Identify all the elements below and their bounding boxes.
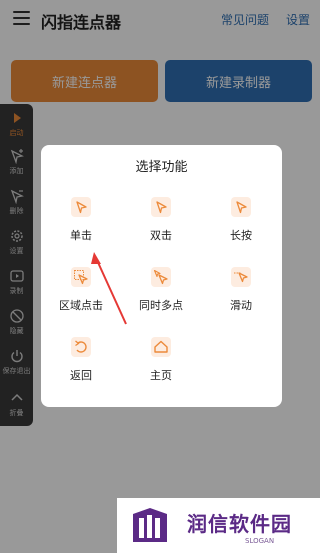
option-label: 单击 bbox=[70, 229, 92, 242]
long-press-icon bbox=[231, 197, 251, 217]
option-label: 区域点击 bbox=[59, 299, 103, 312]
watermark-banner: 润信软件园 SLOGAN bbox=[117, 498, 320, 553]
double-click-icon bbox=[151, 197, 171, 217]
option-label: 长按 bbox=[230, 229, 252, 242]
swipe-icon bbox=[231, 267, 251, 287]
brand-slogan: SLOGAN bbox=[245, 537, 275, 545]
option-swipe[interactable]: 滑动 bbox=[211, 267, 271, 313]
option-area-click[interactable]: 区域点击 bbox=[51, 267, 111, 313]
home-icon bbox=[151, 337, 171, 357]
dialog-title: 选择功能 bbox=[135, 160, 188, 175]
brand-name: 润信软件园 bbox=[187, 512, 292, 536]
back-icon bbox=[71, 337, 91, 357]
option-multi-point[interactable]: 同时多点 bbox=[131, 267, 191, 313]
brand-logo-icon bbox=[133, 508, 167, 542]
option-label: 滑动 bbox=[230, 299, 252, 312]
option-long-press[interactable]: 长按 bbox=[211, 197, 271, 243]
option-home[interactable]: 主页 bbox=[131, 337, 191, 383]
option-label: 双击 bbox=[150, 229, 172, 242]
option-label: 主页 bbox=[150, 369, 172, 382]
multi-point-icon bbox=[151, 267, 171, 287]
option-label: 同时多点 bbox=[139, 299, 183, 312]
single-click-icon bbox=[71, 197, 91, 217]
option-double-click[interactable]: 双击 bbox=[131, 197, 191, 243]
option-back[interactable]: 返回 bbox=[51, 337, 111, 383]
option-label: 返回 bbox=[70, 369, 92, 382]
select-function-dialog: 选择功能 单击 双击 长按 区域点击 同时多点 滑动 返回 主页 bbox=[41, 145, 282, 407]
option-single-click[interactable]: 单击 bbox=[51, 197, 111, 243]
area-click-icon bbox=[71, 267, 91, 287]
